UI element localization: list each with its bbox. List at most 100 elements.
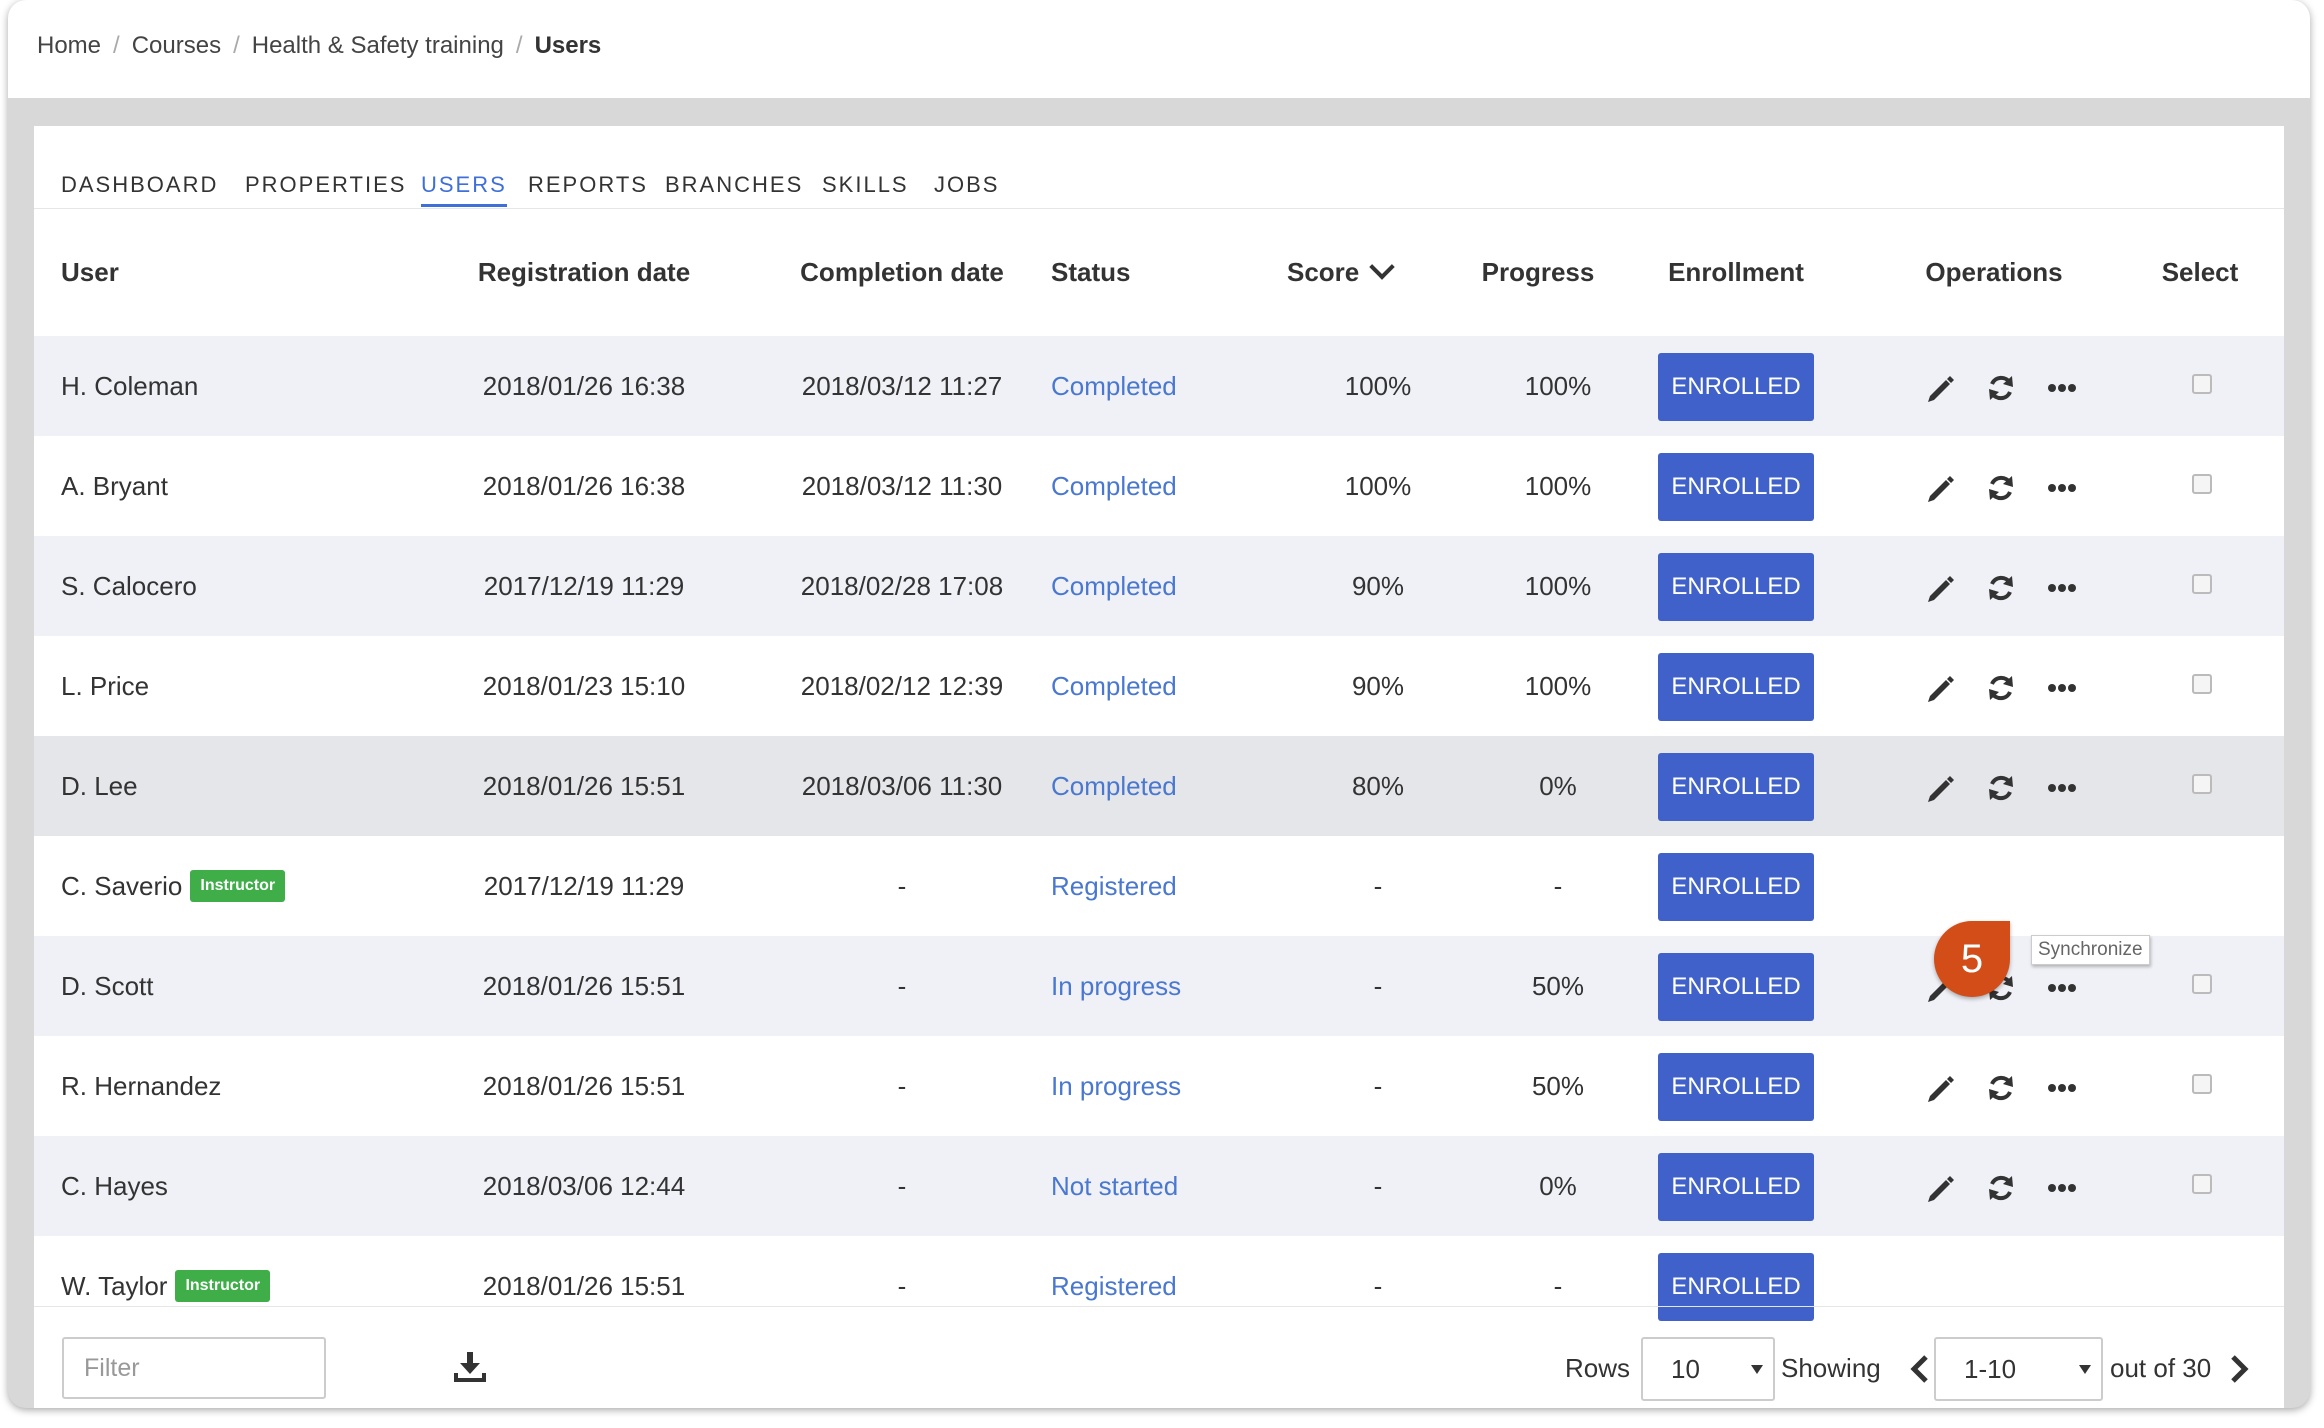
more-options-icon[interactable] [2044,1070,2080,1106]
edit-icon[interactable] [1922,770,1958,806]
select-checkbox[interactable] [2192,1174,2212,1194]
table-header: User Registration date Completion date S… [34,208,2284,336]
registration-date: 2018/03/06 12:44 [482,1170,686,1201]
synchronize-icon[interactable] [1983,1070,2019,1106]
table-row[interactable]: C. Saverio Instructor 2017/12/19 11:29 - Reg… [34,836,2284,936]
enrolled-button[interactable]: ENROLLED [1658,953,1814,1021]
edit-icon[interactable] [1922,1170,1958,1206]
user-name[interactable]: D. Lee [61,771,138,802]
more-options-icon[interactable] [2044,670,2080,706]
synchronize-icon[interactable] [1983,670,2019,706]
tab-dashboard[interactable]: DASHBOARD [61,172,218,204]
breadcrumb-course[interactable]: Health & Safety training [252,32,504,60]
user-cell: L. Price [61,636,149,736]
table-row[interactable]: D. Lee 2018/01/26 15:51 2018/03/06 11:30 Co… [34,736,2284,836]
page-range-select[interactable]: 1-10 [1934,1337,2103,1401]
user-name[interactable]: C. Saverio [61,871,182,902]
more-options-icon[interactable] [2044,570,2080,606]
breadcrumb-separator: / [113,32,120,59]
user-name[interactable]: L. Price [61,671,149,702]
more-options-icon[interactable] [2044,770,2080,806]
more-options-icon[interactable] [2044,470,2080,506]
column-status[interactable]: Status [1051,208,1130,336]
chevron-down-icon [1369,254,1395,280]
user-name[interactable]: C. Hayes [61,1171,168,1202]
table-row[interactable]: S. Calocero 2017/12/19 11:29 2018/02/28 17… [34,536,2284,636]
select-checkbox[interactable] [2192,1074,2212,1094]
user-name[interactable]: S. Calocero [61,571,197,602]
synchronize-icon[interactable] [1983,770,2019,806]
status-text[interactable]: Registered [1051,836,1177,936]
more-options-icon[interactable] [2044,1170,2080,1206]
status-text[interactable]: Completed [1051,336,1177,436]
enrolled-button[interactable]: ENROLLED [1658,353,1814,421]
status-text[interactable]: In progress [1051,1036,1181,1136]
enrolled-button[interactable]: ENROLLED [1658,653,1814,721]
status-text[interactable]: Not started [1051,1136,1178,1236]
tab-users[interactable]: USERS [421,172,507,207]
user-cell: D. Lee [61,736,138,836]
synchronize-icon[interactable] [1983,1170,2019,1206]
status-text[interactable]: In progress [1051,936,1181,1036]
edit-icon[interactable] [1922,670,1958,706]
edit-icon[interactable] [1922,1070,1958,1106]
synchronize-icon[interactable] [1983,570,2019,606]
tab-properties[interactable]: PROPERTIES [245,172,406,204]
select-checkbox[interactable] [2192,674,2212,694]
user-name[interactable]: A. Bryant [61,471,168,502]
rows-select[interactable]: 10 [1641,1337,1775,1401]
tab-reports[interactable]: REPORTS [528,172,648,204]
table-row[interactable]: R. Hernandez 2018/01/26 15:51 - In progress… [34,1036,2284,1136]
progress-value: 100% [1524,670,1592,701]
edit-icon[interactable] [1922,470,1958,506]
user-name[interactable]: H. Coleman [61,371,198,402]
enrolled-button[interactable]: ENROLLED [1658,1153,1814,1221]
status-text[interactable]: Completed [1051,536,1177,636]
previous-page-icon[interactable] [1906,1351,1934,1387]
column-score[interactable]: Score [1287,208,1395,336]
score-value: 90% [1351,670,1405,701]
registration-date: 2018/01/26 15:51 [482,1070,686,1101]
more-options-icon[interactable] [2044,970,2080,1006]
filter-input[interactable] [62,1337,326,1399]
table-row[interactable]: C. Hayes 2018/03/06 12:44 - Not started - 0% E… [34,1136,2284,1236]
column-progress[interactable]: Progress [1438,208,1638,336]
user-name[interactable]: R. Hernandez [61,1071,221,1102]
next-page-icon[interactable] [2225,1351,2253,1387]
status-text[interactable]: Completed [1051,736,1177,836]
enrolled-button[interactable]: ENROLLED [1658,853,1814,921]
progress-value: 50% [1531,1070,1585,1101]
select-checkbox[interactable] [2192,974,2212,994]
column-completion-date[interactable]: Completion date [772,208,1032,336]
synchronize-icon[interactable] [1983,370,2019,406]
tab-jobs[interactable]: JOBS [934,172,999,204]
progress-value: 0% [1539,1170,1577,1201]
tab-skills[interactable]: SKILLS [822,172,909,204]
breadcrumb-home[interactable]: Home [37,32,101,60]
user-name[interactable]: W. Taylor [61,1271,167,1302]
table-row[interactable]: H. Coleman 2018/01/26 16:38 2018/03/12 11:… [34,336,2284,436]
synchronize-icon[interactable] [1983,470,2019,506]
column-enrollment[interactable]: Enrollment [1636,208,1836,336]
user-name[interactable]: D. Scott [61,971,153,1002]
download-icon[interactable] [452,1349,488,1385]
select-checkbox[interactable] [2192,374,2212,394]
status-text[interactable]: Completed [1051,436,1177,536]
select-checkbox[interactable] [2192,774,2212,794]
column-registration-date[interactable]: Registration date [454,208,714,336]
edit-icon[interactable] [1922,370,1958,406]
select-checkbox[interactable] [2192,474,2212,494]
breadcrumb-courses[interactable]: Courses [132,32,221,60]
enrolled-button[interactable]: ENROLLED [1658,453,1814,521]
more-options-icon[interactable] [2044,370,2080,406]
enrolled-button[interactable]: ENROLLED [1658,553,1814,621]
enrolled-button[interactable]: ENROLLED [1658,753,1814,821]
table-row[interactable]: L. Price 2018/01/23 15:10 2018/02/12 12:39… [34,636,2284,736]
select-checkbox[interactable] [2192,574,2212,594]
enrolled-button[interactable]: ENROLLED [1658,1053,1814,1121]
tab-branches[interactable]: BRANCHES [665,172,803,204]
status-text[interactable]: Completed [1051,636,1177,736]
edit-icon[interactable] [1922,570,1958,606]
table-row[interactable]: A. Bryant 2018/01/26 16:38 2018/03/12 11:3… [34,436,2284,536]
column-user[interactable]: User [61,208,119,336]
